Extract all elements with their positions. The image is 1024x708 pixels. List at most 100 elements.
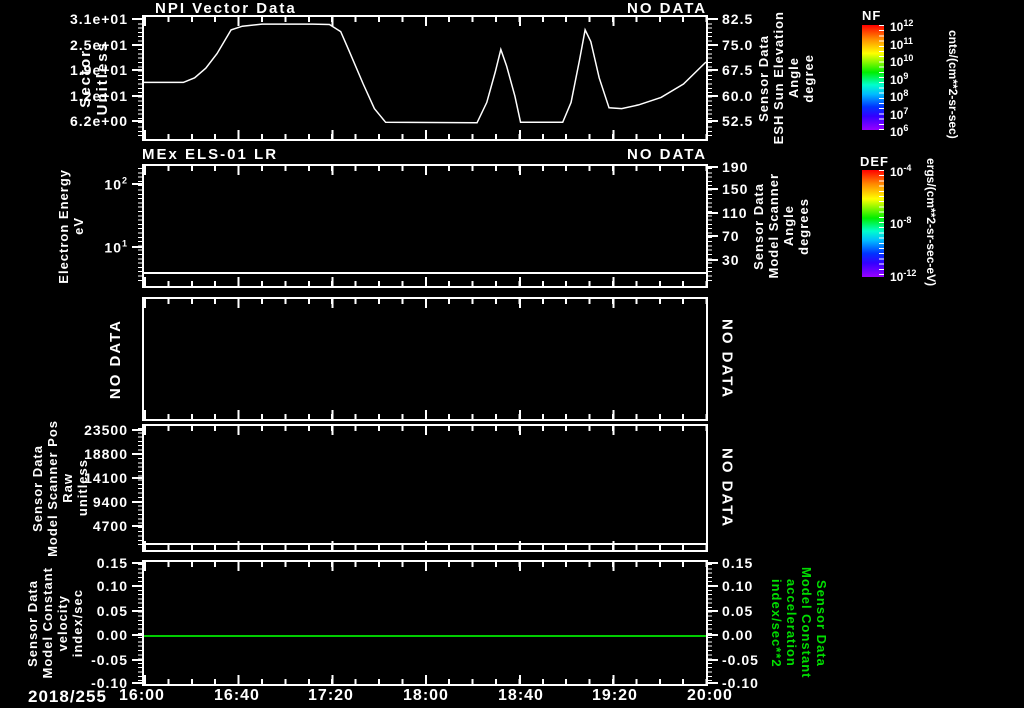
- y-minor-ticks-right: [706, 168, 712, 284]
- y-tick: [132, 246, 144, 248]
- y-tick: [706, 94, 718, 97]
- y-tick-label: 70: [722, 228, 740, 245]
- y-tick: [132, 182, 144, 185]
- y-tick-label: 0.15: [722, 555, 754, 571]
- date-label: 2018/255: [28, 687, 107, 706]
- y-tick: [706, 69, 718, 72]
- y-tick-label: 0.05: [722, 602, 754, 619]
- x-minor-ticks: [144, 426, 706, 431]
- panel5-right-axis-label: index/sec**2 acceleration Model Constant Se…: [769, 567, 829, 679]
- y-tick-label: -0.05: [722, 651, 759, 668]
- y-tick: [132, 477, 144, 479]
- y-tick-label: 0.00: [722, 627, 754, 644]
- y-tick: [132, 658, 144, 661]
- y-tick-label: 30: [722, 251, 740, 268]
- y-tick: [132, 634, 144, 637]
- time-tick-label: 18:00: [403, 687, 449, 704]
- time-tick-label: 16:40: [214, 687, 260, 704]
- panel3-right-no-data: NO DATA: [718, 318, 736, 400]
- panel2-status: NO DATA: [627, 146, 708, 163]
- y-tick: [706, 235, 718, 238]
- y-tick-label: -0.05: [91, 651, 128, 668]
- y-tick: [706, 258, 718, 261]
- panel-scanner-pos: 23500 18800 14100 9400 4700: [84, 422, 708, 552]
- y-tick-label: 102: [104, 175, 128, 192]
- flat-data-trace: [144, 272, 706, 275]
- sector-trace: [144, 23, 706, 124]
- panel1-left-axis-label: Sector Unitless: [77, 40, 111, 116]
- y-tick: [132, 452, 144, 455]
- panel5-left-axis-label: Sensor Data Model Constant velocity index/s…: [25, 567, 85, 679]
- nf-tick-label: 1012: [890, 18, 914, 34]
- y-tick-label: 0.15: [96, 555, 128, 571]
- y-tick: [132, 69, 144, 72]
- x-minor-ticks: [144, 545, 706, 550]
- def-tick-label: 10-4: [890, 163, 912, 179]
- y-tick: [706, 120, 718, 123]
- y-tick: [706, 166, 718, 168]
- y-tick-label: 0.00: [96, 627, 128, 644]
- panel2-left-axis-label: Electron Energy eV: [56, 168, 86, 284]
- y-tick: [132, 609, 144, 612]
- y-tick: [132, 525, 144, 528]
- panel2-title: MEx ELS-01 LR: [142, 146, 279, 163]
- panel-constant-velocity: 0.15 0.10 0.05 0.00 -0.05 -0.10 0.15 0.1…: [91, 555, 758, 691]
- y-minor-ticks-right: [706, 19, 712, 137]
- nf-tick-label: 108: [890, 88, 909, 104]
- y-tick-label: 0.10: [722, 578, 754, 595]
- y-tick-label: 82.5: [722, 11, 754, 27]
- y-tick: [706, 43, 718, 46]
- y-tick: [706, 658, 718, 661]
- nf-tick-label: 107: [890, 105, 909, 122]
- y-tick-label: 18800: [84, 445, 128, 462]
- time-tick-label: 16:00: [119, 687, 165, 704]
- x-minor-ticks: [144, 679, 706, 684]
- panel-no-data-3: [142, 297, 708, 421]
- y-minor-ticks-left: [138, 428, 144, 548]
- y-tick-label: 150: [722, 181, 749, 198]
- time-tick-label: 17:20: [308, 687, 354, 704]
- y-tick: [706, 188, 718, 191]
- acceleration-zero-trace: [144, 635, 706, 638]
- y-tick: [706, 562, 718, 564]
- nf-tick-label: 1011: [890, 35, 913, 52]
- y-tick: [706, 211, 718, 214]
- nf-tick-label: 1010: [890, 53, 914, 69]
- y-tick: [132, 501, 144, 504]
- y-tick-label: 67.5: [722, 62, 754, 79]
- nf-tick-label: 109: [890, 70, 909, 87]
- y-tick: [706, 682, 718, 684]
- colorbar-ticks: [879, 25, 884, 130]
- y-tick: [132, 585, 144, 588]
- x-minor-ticks: [144, 414, 706, 419]
- y-tick-label: 190: [722, 159, 749, 175]
- panel-mex-els: 102 101 190 150 110 70 30: [104, 159, 747, 288]
- x-minor-ticks: [144, 166, 706, 171]
- time-tick-label: 19:20: [592, 687, 638, 704]
- def-tick-label: 10-12: [890, 268, 917, 284]
- y-tick: [132, 428, 144, 431]
- y-tick: [132, 120, 144, 123]
- time-tick-label: 20:00: [687, 687, 733, 704]
- y-tick: [132, 682, 144, 684]
- panel-npi-vector-data: 3.1e+01 2.5e+01 1.9e+01 1.2e+01 6.2e+00 …: [70, 11, 752, 141]
- y-tick: [132, 562, 144, 564]
- y-tick-label: 0.05: [96, 602, 128, 619]
- y-tick-label: 9400: [92, 494, 128, 511]
- y-tick-label: 0.10: [96, 578, 128, 595]
- panel1-right-axis-label: Sensor Data ESH Sun Elevation Angle degree: [756, 11, 816, 145]
- y-tick-label: 52.5: [722, 113, 754, 130]
- x-minor-ticks: [144, 281, 706, 286]
- y-tick-label: 4700: [92, 518, 128, 535]
- nf-colorbar-title: NF: [862, 8, 882, 23]
- y-tick-label: 110: [722, 204, 748, 221]
- y-tick: [706, 634, 718, 637]
- y-tick: [706, 18, 718, 20]
- def-colorbar-title: DEF: [860, 154, 889, 169]
- y-tick-label: 60.0: [722, 87, 754, 104]
- nf-tick-label: 106: [890, 123, 909, 139]
- def-colorbar: [862, 170, 884, 277]
- y-tick: [132, 43, 144, 46]
- plot-screen: NPI Vector Data NO DATA 3.1e+01 2.5e+01 …: [0, 0, 1024, 708]
- x-minor-ticks: [144, 299, 706, 304]
